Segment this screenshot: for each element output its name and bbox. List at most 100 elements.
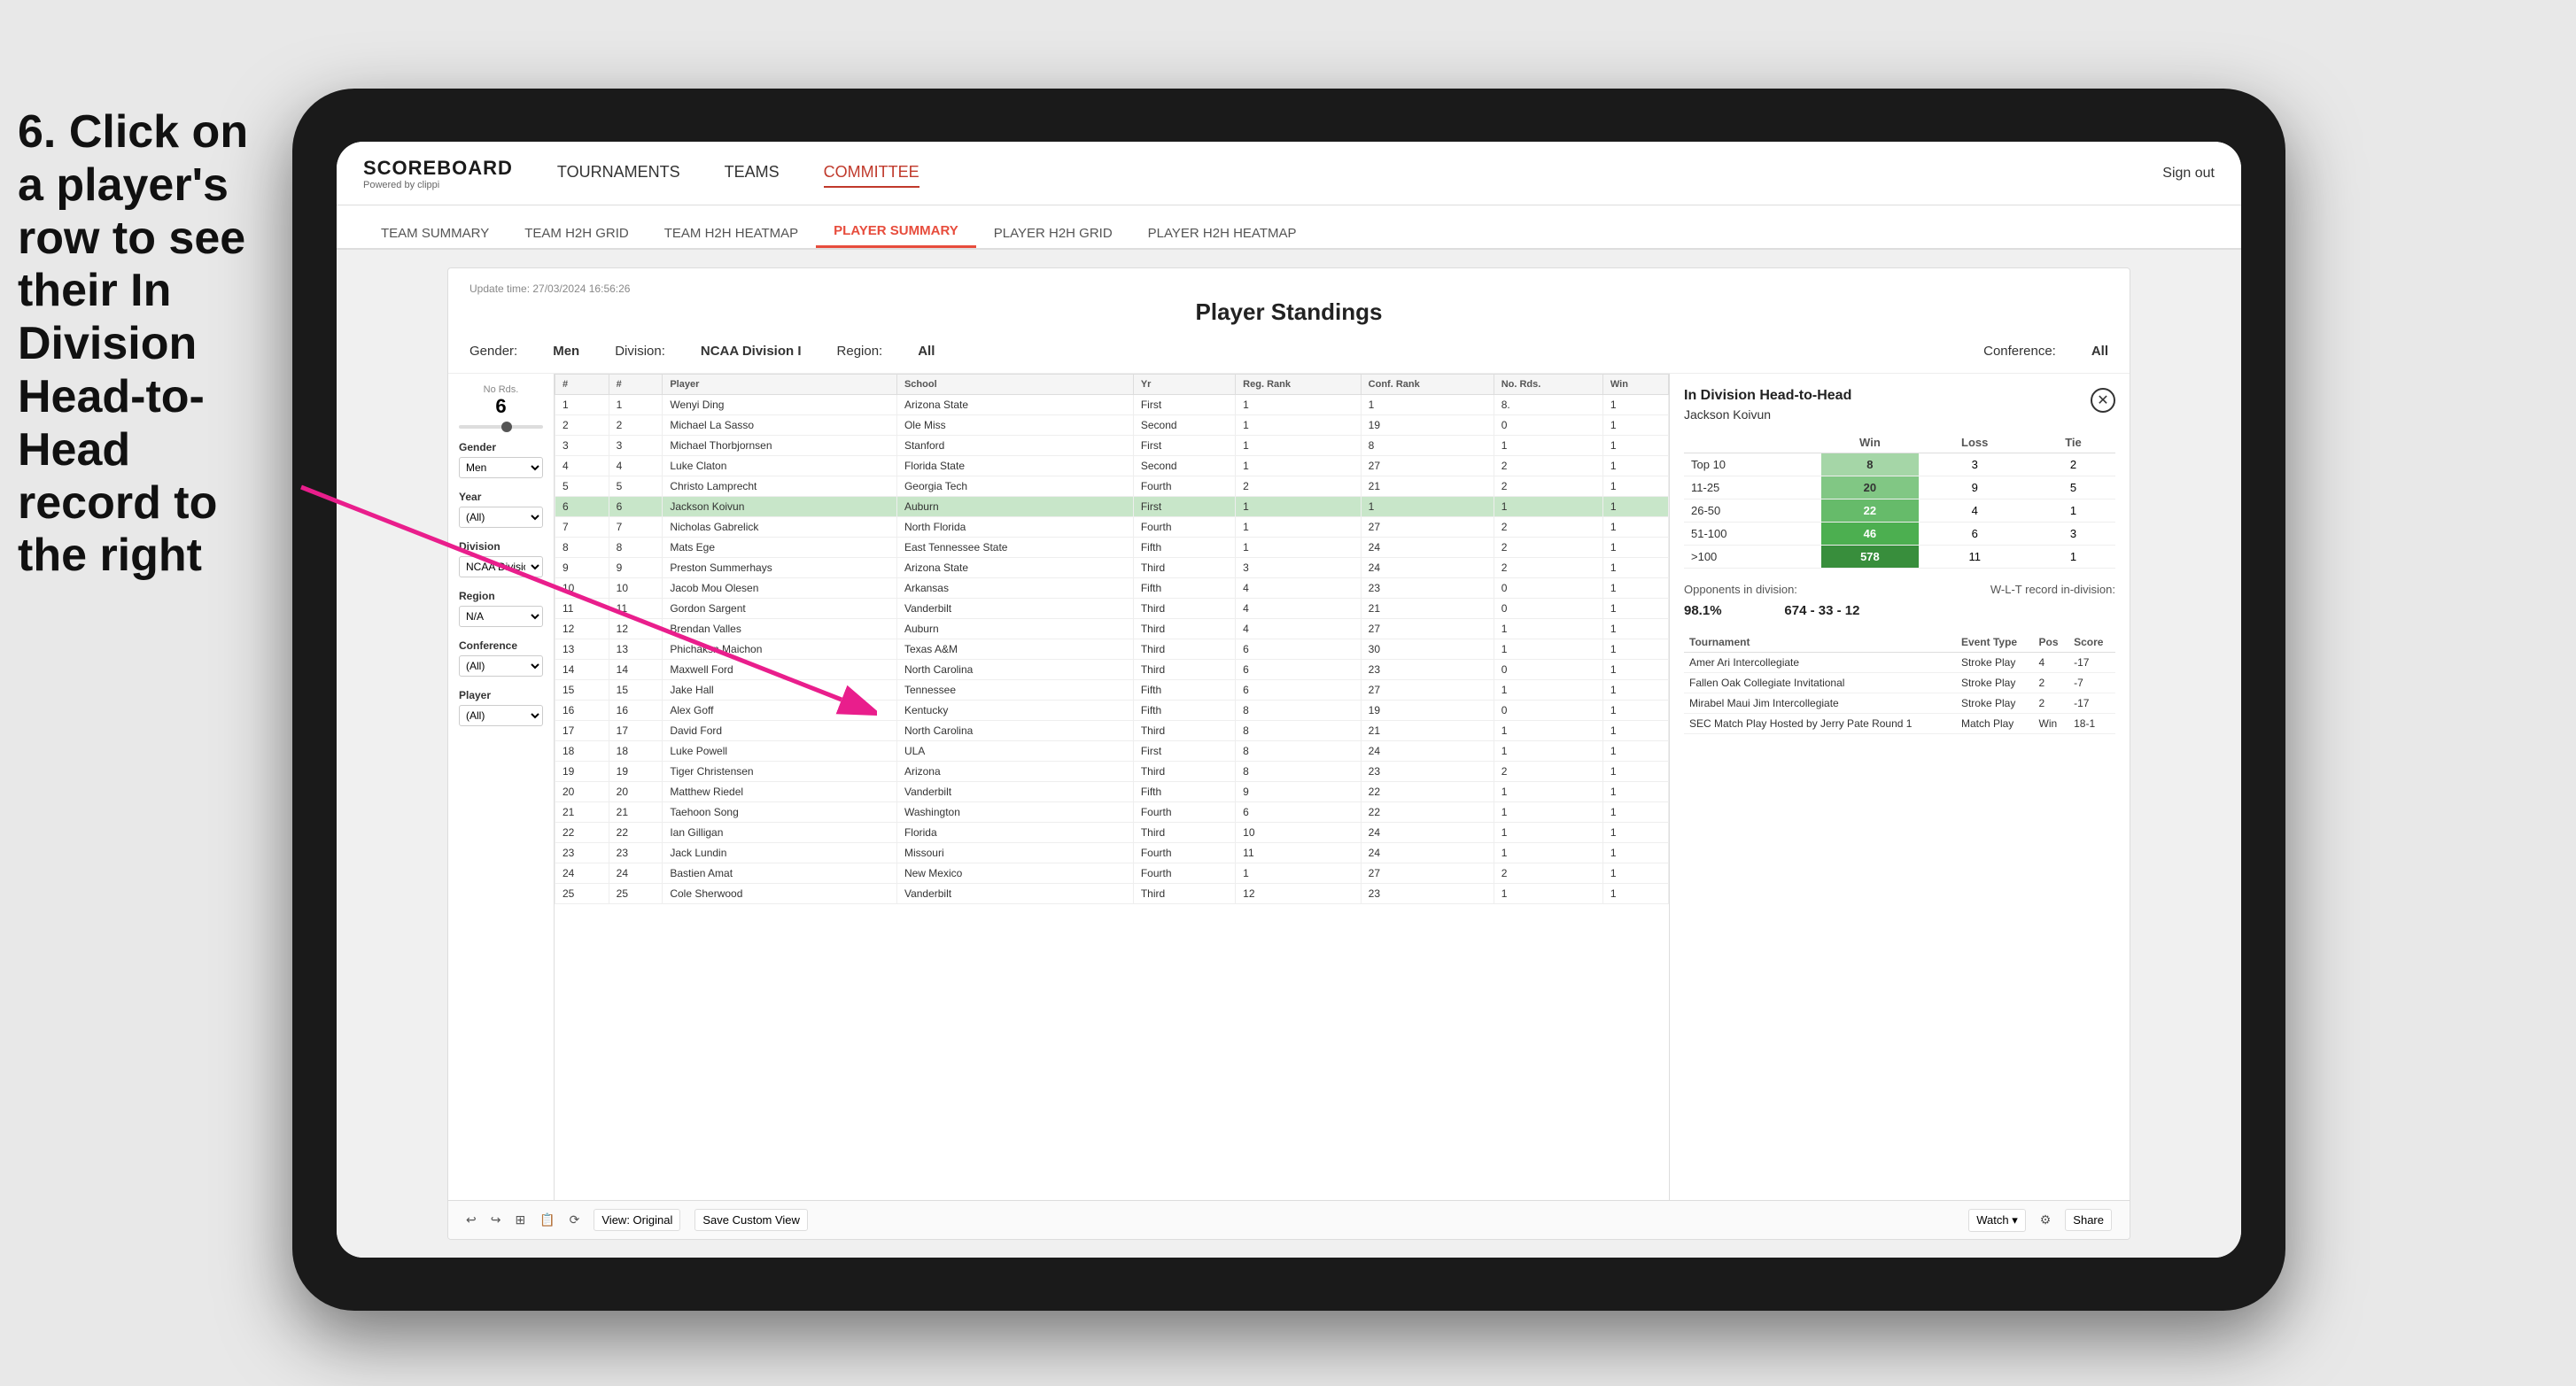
wlt-row: 98.1% 674 - 33 - 12 [1684,603,2115,618]
settings-icon[interactable]: ⚙ [2040,1212,2052,1227]
no-rds-value: 6 [459,395,543,418]
gender-filter-label: Gender [459,441,543,453]
h2h-player-name: Jackson Koivun [1684,407,1851,422]
table-row[interactable]: 1919Tiger ChristensenArizonaThird82321 [555,762,1669,782]
gender-value: Men [553,344,579,359]
player-table: # # Player School Yr Reg. Rank Conf. Ran… [555,374,1669,904]
table-row[interactable]: 1414Maxwell FordNorth CarolinaThird62301 [555,660,1669,680]
table-row[interactable]: 1313Phichaksn MaichonTexas A&MThird63011 [555,639,1669,660]
bottom-toolbar: ↩ ↪ ⊞ 📋 ⟳ View: Original Save Custom Vie… [448,1200,2130,1239]
division-filter-label: Division [459,540,543,553]
sub-nav-player-h2h-heatmap[interactable]: PLAYER H2H HEATMAP [1130,219,1315,248]
undo-icon[interactable]: ↩ [466,1212,477,1227]
table-row[interactable]: 77Nicholas GabrelickNorth FloridaFourth1… [555,517,1669,538]
sign-out-button[interactable]: Sign out [2162,166,2215,182]
tournaments-table: Tournament Event Type Pos Score Amer Ari… [1684,632,2115,734]
conference-filter-label: Conference [459,639,543,652]
redo-icon[interactable]: ↪ [491,1212,501,1227]
h2h-close-button[interactable]: ✕ [2091,388,2115,413]
table-row[interactable]: 1717David FordNorth CarolinaThird82111 [555,721,1669,741]
region-label: Region: [837,344,883,359]
division-filter-select[interactable]: NCAA Division I [459,556,543,577]
sub-nav-player-summary[interactable]: PLAYER SUMMARY [816,216,976,248]
refresh-icon[interactable]: ⟳ [570,1212,580,1227]
col-conf-rank: Conf. Rank [1361,375,1494,395]
logo-text: SCOREBOARD [363,157,513,180]
filter-division: Division NCAA Division I [459,540,543,577]
sub-nav-team-summary[interactable]: TEAM SUMMARY [363,219,507,248]
watch-button[interactable]: Watch ▾ [1968,1209,2026,1232]
table-row[interactable]: 99Preston SummerhaysArizona StateThird32… [555,558,1669,578]
instruction-text: 6. Click on a player's row to see their … [0,106,275,583]
table-row[interactable]: 88Mats EgeEast Tennessee StateFifth12421 [555,538,1669,558]
division-value: NCAA Division I [701,344,802,359]
dashboard-container: Update time: 27/03/2024 16:56:26 Player … [447,267,2130,1240]
sub-nav-player-h2h-grid[interactable]: PLAYER H2H GRID [976,219,1130,248]
table-row[interactable]: 1010Jacob Mou OlesenArkansasFifth42301 [555,578,1669,599]
player-filter-select[interactable]: (All) [459,705,543,726]
copy-icon[interactable]: ⊞ [515,1212,525,1227]
view-original-button[interactable]: View: Original [594,1209,680,1231]
player-table-area: # # Player School Yr Reg. Rank Conf. Ran… [555,374,1669,1200]
table-row[interactable]: 2020Matthew RiedelVanderbiltFifth92211 [555,782,1669,802]
table-row[interactable]: 44Luke ClatonFlorida StateSecond12721 [555,456,1669,476]
tourney-col-type: Event Type [1956,632,2034,653]
player-filter-label: Player [459,689,543,701]
dashboard-body: No Rds. 6 Gender Men [448,374,2130,1200]
nav-committee[interactable]: COMMITTEE [824,159,919,188]
paste-icon[interactable]: 📋 [539,1212,555,1227]
table-row[interactable]: 33Michael ThorbjornsenStanfordFirst1811 [555,436,1669,456]
opponents-wlt-label: W-L-T record in-division: [1990,583,2115,596]
tournaments-header-row: Tournament Event Type Pos Score [1684,632,2115,653]
tablet-frame: SCOREBOARD Powered by clippi TOURNAMENTS… [292,89,2285,1311]
year-filter-select[interactable]: (All) [459,507,543,528]
h2h-table-row: 51-1004663 [1684,523,2115,546]
h2h-title-area: In Division Head-to-Head Jackson Koivun [1684,388,1851,422]
table-row[interactable]: 1111Gordon SargentVanderbiltThird42101 [555,599,1669,619]
nav-tournaments[interactable]: TOURNAMENTS [557,159,680,188]
table-row[interactable]: 11Wenyi DingArizona StateFirst118.1 [555,395,1669,415]
h2h-table-row: 26-502241 [1684,499,2115,523]
sub-nav-team-h2h-heatmap[interactable]: TEAM H2H HEATMAP [647,219,816,248]
table-row[interactable]: 2525Cole SherwoodVanderbiltThird122311 [555,884,1669,904]
col-num: # [609,375,663,395]
save-custom-button[interactable]: Save Custom View [694,1209,808,1231]
col-win: Win [1602,375,1668,395]
h2h-table-row: Top 10832 [1684,453,2115,476]
table-row[interactable]: 22Michael La SassoOle MissSecond11901 [555,415,1669,436]
filter-no-rds: No Rds. 6 [459,384,543,429]
table-row[interactable]: 1818Luke PowellULAFirst82411 [555,741,1669,762]
dashboard-title: Player Standings [469,298,2108,326]
h2h-header: In Division Head-to-Head Jackson Koivun … [1684,388,2115,422]
nav-teams[interactable]: TEAMS [725,159,780,188]
wlt-record: 674 - 33 - 12 [1784,603,1859,618]
table-row[interactable]: 2323Jack LundinMissouriFourth112411 [555,843,1669,863]
table-row[interactable]: 1212Brendan VallesAuburnThird42711 [555,619,1669,639]
table-header-row: # # Player School Yr Reg. Rank Conf. Ran… [555,375,1669,395]
filter-row: Gender: Men Division: NCAA Division I Re… [469,337,2108,366]
tablet-screen: SCOREBOARD Powered by clippi TOURNAMENTS… [337,142,2241,1258]
table-row[interactable]: 2222Ian GilliganFloridaThird102411 [555,823,1669,843]
sub-nav-team-h2h-grid[interactable]: TEAM H2H GRID [507,219,647,248]
gender-filter-select[interactable]: Men [459,457,543,478]
rounds-slider[interactable] [459,425,543,429]
table-row[interactable]: 2121Taehoon SongWashingtonFourth62211 [555,802,1669,823]
logo-sub: Powered by clippi [363,180,513,190]
region-filter-select[interactable]: N/A [459,606,543,627]
update-time: Update time: 27/03/2024 16:56:26 [469,283,2108,295]
h2h-title: In Division Head-to-Head [1684,388,1851,404]
table-row[interactable]: 66Jackson KoivunAuburnFirst1111 [555,497,1669,517]
table-row[interactable]: 55Christo LamprechtGeorgia TechFourth221… [555,476,1669,497]
table-row[interactable]: 1515Jake HallTennesseeFifth62711 [555,680,1669,701]
table-row[interactable]: 1616Alex GoffKentuckyFifth81901 [555,701,1669,721]
table-row[interactable]: 2424Bastien AmatNew MexicoFourth12721 [555,863,1669,884]
filter-year: Year (All) [459,491,543,528]
year-filter-label: Year [459,491,543,503]
h2h-col-tie: Tie [2031,432,2115,453]
nav-bar: SCOREBOARD Powered by clippi TOURNAMENTS… [337,142,2241,205]
filter-conference: Conference (All) [459,639,543,677]
tournament-row: Amer Ari IntercollegiateStroke Play4-17 [1684,653,2115,673]
conference-filter-select[interactable]: (All) [459,655,543,677]
h2h-col-win: Win [1821,432,1918,453]
share-button[interactable]: Share [2065,1209,2112,1231]
